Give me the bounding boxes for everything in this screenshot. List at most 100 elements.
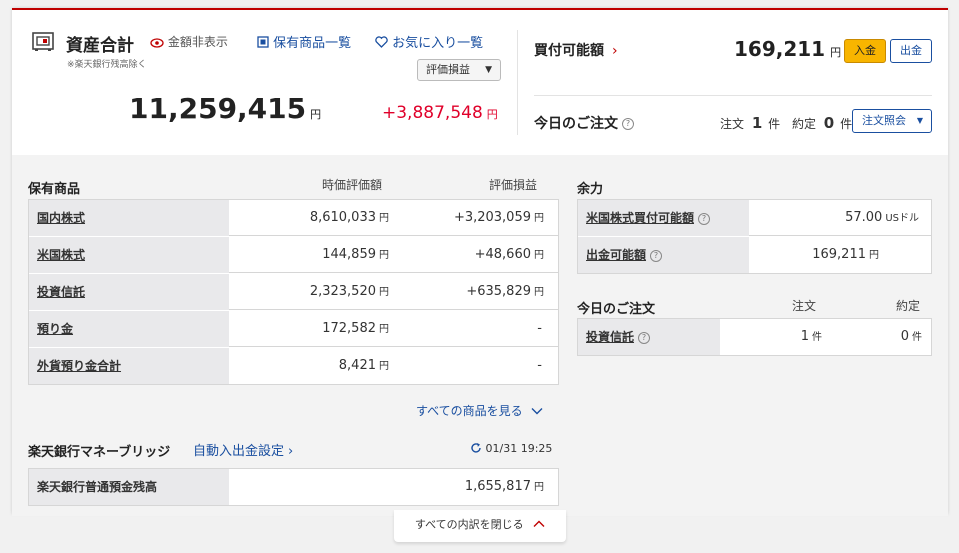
row-unit: 円 [379,287,389,298]
eye-icon [150,37,164,48]
table-row[interactable]: 外貨預り金合計 8,421 円 - [29,348,558,384]
today-orders-label: 今日のご注文 [534,116,618,132]
row-value: 8,421 円 [229,348,389,384]
row-pl: +48,660 円 [399,237,544,273]
bank-title: 楽天銀行マネーブリッジ [28,445,171,460]
table-row[interactable]: 出金可能額? 169,211 円 [578,237,931,273]
triangle-down-icon: ▼ [485,65,492,75]
asset-summary-card: 資産合計 金額非表示 ※楽天銀行残高除く 保有商品一覧 お気に入り一覧 評価損益… [12,8,948,516]
bank-table: 楽天銀行普通預金残高 1,655,817 円 [28,468,559,506]
holdings-list-label: 保有商品一覧 [273,36,352,51]
see-all-label: すべての商品を見る [416,404,523,418]
total-profit: +3,887,548 円 [382,103,498,123]
table-row[interactable]: 米国株式 144,859 円 +48,660 円 [29,237,558,273]
row-value: 144,859 円 [229,237,389,273]
row-pl-text: +3,203,059 [453,210,531,225]
row-pl-text: +635,829 [466,284,531,299]
row-label: 出金可能額? [578,237,749,273]
order-inquiry-button[interactable]: 注文照会 ▼ [852,109,932,133]
total-profit-value: +3,887,548 [382,103,483,123]
row-unit: 円 [379,361,389,372]
row-label: 預り金 [29,311,229,347]
table-row[interactable]: 国内株式 8,610,033 円 +3,203,059 円 [29,200,558,236]
total-profit-unit: 円 [486,108,498,121]
order-count-label: 注文 [720,117,745,131]
triangle-down-icon: ▼ [916,116,923,125]
table-row: 楽天銀行普通預金残高 1,655,817 円 [29,469,558,505]
row-unit: 円 [379,213,389,224]
row-label: 投資信託 [29,274,229,310]
row-pl: - [537,321,542,336]
row-label-text: 外貨預り金合計 [37,359,122,373]
row-pl: +3,203,059 円 [399,200,544,236]
table-row[interactable]: 投資信託 2,323,520 円 +635,829 円 [29,274,558,310]
order-count-unit: 件 [768,117,781,131]
help-icon[interactable]: ? [622,118,634,130]
table-row[interactable]: 米国株式買付可能額? 57.00 USドル [578,200,931,236]
row-label-text: 米国株式買付可能額 [586,211,695,225]
favorites-link[interactable]: お気に入り一覧 [375,32,483,51]
row-unit: 件 [912,332,922,343]
hide-amount-label: 金額非表示 [167,35,228,49]
row-label: 米国株式 [29,237,229,273]
help-icon[interactable]: ? [650,249,663,262]
order-count-value: 1 [751,114,763,132]
row-value-text: 57.00 [845,210,883,225]
withdraw-button[interactable]: 出金 [890,39,932,63]
row-value-text: 169,211 [812,247,866,262]
chevron-right-icon: › [288,444,294,459]
row-value: 8,610,033 円 [229,200,389,236]
buying-power-amount: 169,211 円 [734,37,841,61]
auto-transfer-link[interactable]: 自動入出金設定 › [193,440,293,459]
row-value: 172,582 円 [229,311,389,347]
assets-note: ※楽天銀行残高除く [67,60,147,70]
row-unit: 円 [534,213,544,224]
today-orders-col-contract: 約定 [896,299,921,313]
holdings-col-value: 時価評価額 [322,178,383,192]
row-label: 外貨預り金合計 [29,348,229,384]
bank-timestamp: 01/31 19:25 [485,442,553,455]
close-all-breakdown-button[interactable]: すべての内訳を閉じる [394,510,566,542]
help-icon[interactable]: ? [698,212,711,225]
row-label-text: 米国株式 [37,248,86,262]
table-row[interactable]: 投資信託? 1件 0件 [578,319,931,355]
pl-select[interactable]: 評価損益 ▼ [417,59,501,81]
row-order-count: 1件 [720,319,822,355]
row-label-text: 投資信託 [586,330,635,344]
row-value-text: 2,323,520 [309,284,376,299]
row-unit: 円 [869,250,879,261]
hide-amount-toggle[interactable]: 金額非表示 [150,33,228,50]
bank-refresh[interactable]: 01/31 19:25 [470,442,552,455]
today-orders-detail-title: 今日のご注文 [577,302,656,317]
buying-power-link[interactable]: 買付可能額 › [534,40,618,60]
buying-power-unit: 円 [830,46,842,59]
help-icon[interactable]: ? [638,331,651,344]
holdings-table: 国内株式 8,610,033 円 +3,203,059 円 米国株式 144,859… [28,199,559,385]
see-all-products-link[interactable]: すべての商品を見る [416,402,543,419]
row-pl-text: +48,660 [474,247,531,262]
holdings-col-pl: 評価損益 [489,178,538,192]
row-unit: USドル [885,213,919,224]
row-unit: 円 [379,324,389,335]
row-label-text: 出金可能額 [586,248,647,262]
vertical-divider [517,30,518,135]
deposit-button[interactable]: 入金 [844,39,886,63]
total-assets-value: 11,259,415 [129,92,307,125]
today-orders-col-order: 注文 [792,299,817,313]
row-unit: 件 [812,332,822,343]
summary-details: 保有商品 時価評価額 評価損益 国内株式 8,610,033 円 +3,203,0… [12,155,948,516]
row-label: 米国株式買付可能額? [578,200,749,236]
holdings-title: 保有商品 [28,182,81,197]
table-row[interactable]: 預り金 172,582 円 - [29,311,558,347]
row-value-text: 8,421 [338,358,376,373]
row-label: 楽天銀行普通預金残高 [29,469,229,505]
row-value-text: 1 [800,329,809,344]
row-pl: - [537,358,542,373]
holdings-list-link[interactable]: 保有商品一覧 [257,32,351,51]
row-value-text: 1,655,817 [464,479,531,494]
today-orders-heading: 今日のご注文? [534,113,634,133]
contract-count-label: 約定 [791,117,816,131]
row-unit: 円 [534,287,544,298]
row-label-text: 投資信託 [37,285,86,299]
contract-count-unit: 件 [840,117,853,131]
